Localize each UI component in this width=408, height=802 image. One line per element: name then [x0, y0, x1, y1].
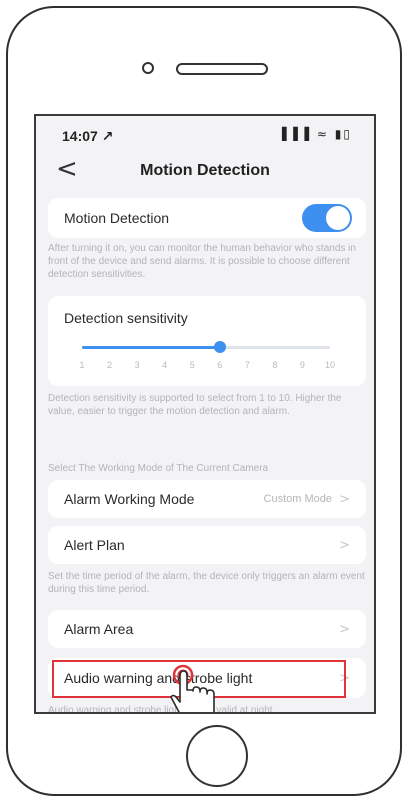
sensitivity-tick-label: 6	[217, 360, 223, 370]
slider-fill	[82, 346, 220, 349]
tap-hand-icon	[170, 664, 215, 712]
alarm-area-row[interactable]: Alarm Area >	[48, 610, 366, 648]
detection-sensitivity-card: Detection sensitivity 1 2 3 4 5 6 7 8 9 10	[48, 296, 366, 386]
chevron-right-icon: >	[339, 492, 350, 507]
sensitivity-tick-label: 8	[272, 360, 278, 370]
navigation-bar: < Motion Detection	[36, 152, 374, 192]
alert-plan-description: Set the time period of the alarm, the de…	[48, 571, 365, 595]
motion-detection-label: Motion Detection	[64, 210, 170, 226]
sensitivity-tick-label: 7	[244, 360, 250, 370]
sensitivity-ticks: 1 2 3 4 5 6 7 8 9 10	[79, 360, 335, 372]
phone-screen: 14:07 ↗ ▐▐▐ ≈ ▮▯ < Motion Detection Moti…	[34, 114, 376, 714]
sensitivity-tick-label: 3	[134, 360, 140, 370]
chevron-right-icon: >	[339, 538, 350, 553]
home-button[interactable]	[186, 725, 248, 787]
sensitivity-tick-label: 5	[189, 360, 195, 370]
alarm-working-mode-value: Custom Mode	[263, 493, 332, 505]
alarm-area-label: Alarm Area	[64, 621, 134, 637]
sensitivity-slider[interactable]	[82, 341, 330, 353]
alarm-working-mode-row[interactable]: Alarm Working Mode Custom Mode >	[48, 480, 366, 518]
signal-wifi-battery-icon: ▐▐▐ ≈ ▮▯	[277, 127, 352, 141]
motion-detection-row: Motion Detection	[48, 198, 366, 238]
alert-plan-label: Alert Plan	[64, 537, 125, 553]
detection-sensitivity-label: Detection sensitivity	[64, 310, 188, 326]
chevron-right-icon: >	[339, 622, 350, 637]
status-bar: 14:07 ↗ ▐▐▐ ≈ ▮▯	[36, 116, 374, 152]
slider-thumb[interactable]	[213, 341, 226, 353]
sensitivity-tick-label: 9	[299, 360, 305, 370]
motion-detection-description: After turning it on, you can monitor the…	[48, 243, 356, 280]
working-mode-section-title: Select The Working Mode of The Current C…	[48, 463, 269, 474]
sensitivity-tick-label: 10	[324, 360, 335, 370]
alarm-working-mode-label: Alarm Working Mode	[64, 491, 195, 507]
detection-sensitivity-description: Detection sensitivity is supported to se…	[48, 393, 342, 417]
sensitivity-tick-label: 1	[79, 360, 85, 370]
earpiece-speaker	[176, 63, 268, 75]
toggle-knob	[326, 206, 350, 230]
status-time: 14:07 ↗	[62, 128, 114, 144]
sensitivity-tick-label: 2	[107, 360, 113, 370]
page-title: Motion Detection	[140, 162, 270, 179]
alert-plan-row[interactable]: Alert Plan >	[48, 526, 366, 564]
sensitivity-tick-label: 4	[162, 360, 168, 370]
motion-detection-toggle[interactable]	[302, 204, 352, 232]
front-camera	[142, 62, 154, 74]
